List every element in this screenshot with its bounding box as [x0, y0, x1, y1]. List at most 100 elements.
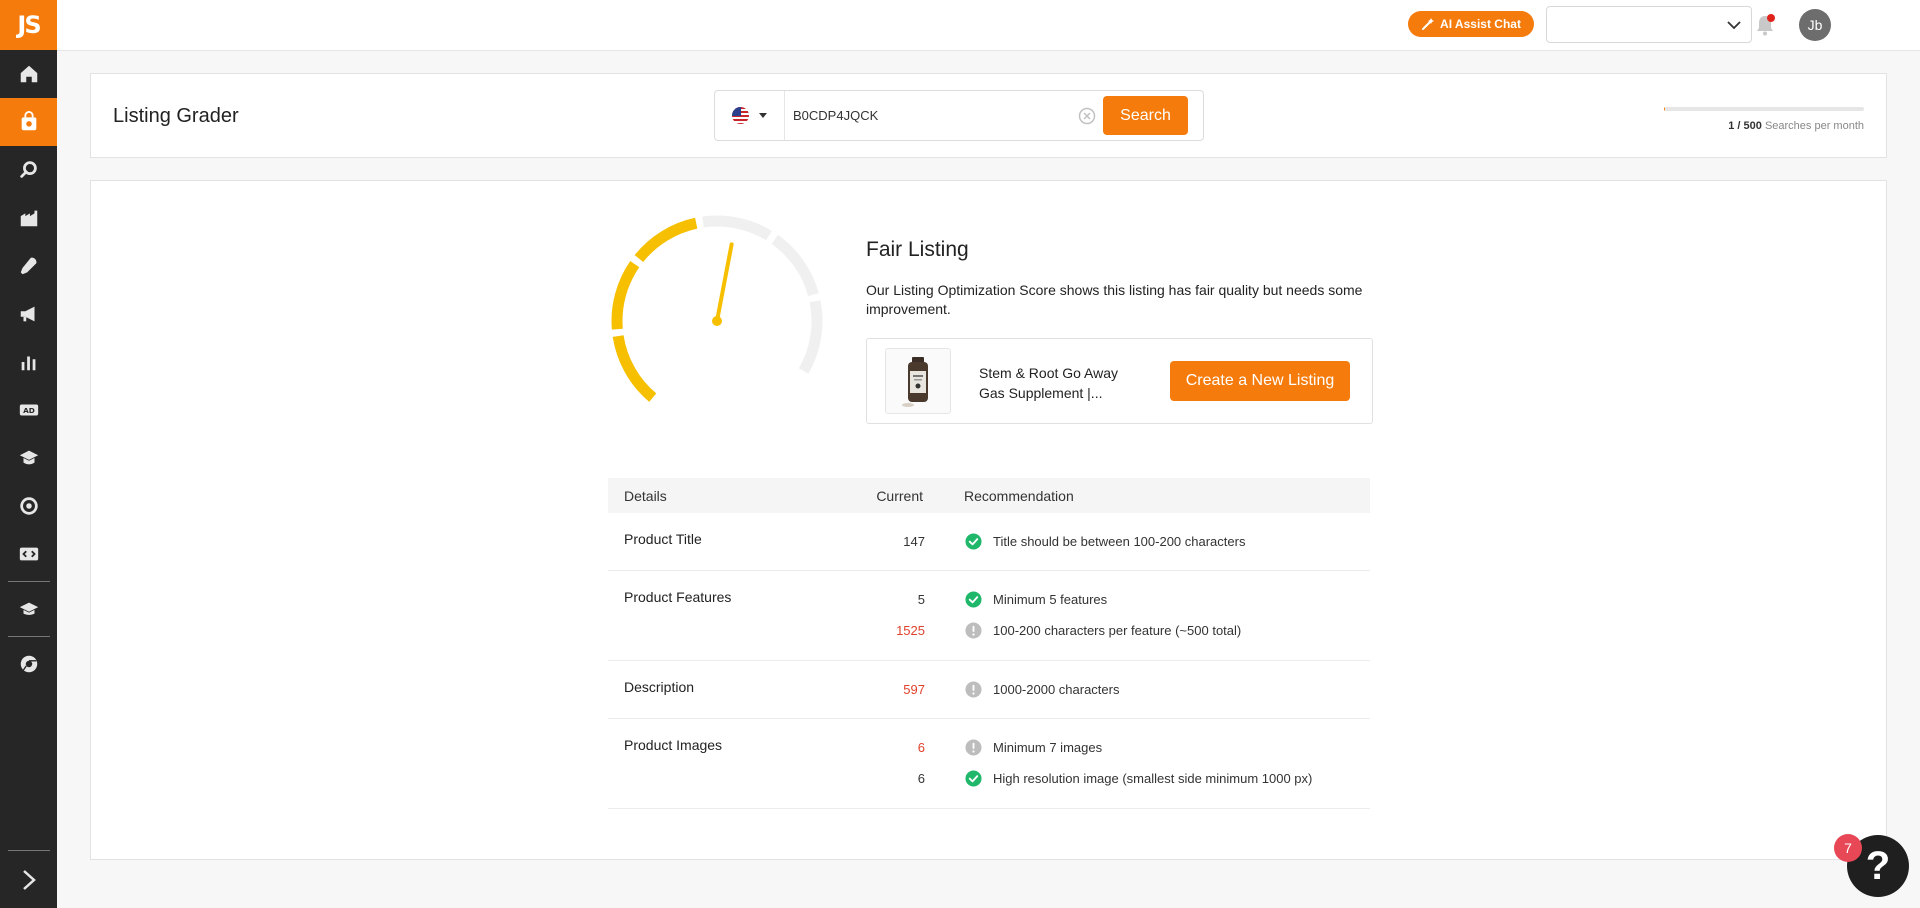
magic-wand-icon [1422, 18, 1435, 30]
table-row: Product Features 5 Minimum 5 features 1525 1… [608, 571, 1370, 661]
recommendation-text: Title should be between 100-200 characte… [993, 533, 1246, 549]
svg-text:AD: AD [23, 406, 35, 415]
product-name[interactable]: Stem & Root Go Away Gas Supplement |... [979, 363, 1129, 403]
gauge-segment [771, 234, 819, 297]
asin-search-input[interactable] [793, 103, 1073, 128]
check-circle-icon [965, 769, 982, 787]
recommendation-text: 100-200 characters per feature (~500 tot… [993, 622, 1242, 638]
ad-icon: AD [19, 404, 38, 416]
learn-icon [19, 602, 38, 615]
sidebar-item-product-research[interactable] [0, 98, 57, 146]
table-row: Description 597 1000-2000 characters [608, 661, 1370, 719]
product-summary: Stem & Root Go Away Gas Supplement |... … [866, 338, 1373, 424]
sidebar-item-learn[interactable] [0, 585, 57, 633]
clear-icon[interactable] [1078, 107, 1096, 125]
score-gauge [611, 215, 823, 402]
us-flag-icon [732, 107, 749, 124]
header-details: Details [624, 487, 667, 504]
sidebar-item-marketing[interactable] [0, 290, 57, 338]
usage-text: 1 / 500 Searches per month [1664, 120, 1864, 132]
ai-assist-chat-button[interactable]: AI Assist Chat [1408, 11, 1534, 37]
info-circle-icon [965, 680, 982, 698]
chevron-down-icon [1727, 21, 1741, 30]
page-title: Listing Grader [113, 105, 239, 127]
header-recommendation: Recommendation [964, 487, 1074, 504]
sidebar-divider [8, 850, 50, 851]
recommendation-text: High resolution image (smallest side min… [993, 770, 1313, 786]
sidebar-item-chrome-extension[interactable] [0, 640, 57, 688]
academy-hat-icon [19, 450, 38, 465]
header-current: Current [876, 487, 923, 504]
sidebar-item-advertising[interactable]: AD [0, 386, 57, 434]
caret-down-icon [759, 113, 767, 118]
table-row: Product Title 147 Title should be between … [608, 513, 1370, 571]
product-research-icon [21, 111, 36, 131]
sidebar-item-analytics[interactable] [0, 338, 57, 386]
sidebar-item-home[interactable] [0, 50, 57, 98]
chevron-right-icon [22, 870, 36, 890]
sidebar-expand-button[interactable] [0, 852, 57, 908]
help-notification-badge: 7 [1834, 834, 1862, 862]
marketing-icon [20, 306, 34, 322]
gauge-segment [798, 300, 823, 374]
gauge-needle [715, 242, 734, 323]
gauge-segment [611, 260, 640, 330]
sidebar-item-academy[interactable] [0, 434, 57, 482]
current-value: 5 [917, 591, 925, 607]
listing-grade-table: Details Current Recommendation Product T… [608, 478, 1370, 809]
info-circle-icon [965, 621, 982, 639]
verdict-description: Our Listing Optimization Score shows thi… [866, 282, 1363, 317]
marketplace-flag-select[interactable] [715, 91, 785, 140]
jungle-scout-logo[interactable]: JS [0, 0, 57, 50]
marketplace-select[interactable] [1546, 6, 1752, 43]
sidebar-item-tools[interactable] [0, 242, 57, 290]
gauge-segment [634, 217, 698, 263]
gauge-segment [702, 215, 772, 241]
check-circle-icon [965, 590, 982, 608]
create-new-listing-button[interactable]: Create a New Listing [1170, 361, 1350, 401]
supplement-bottle-image [902, 357, 928, 407]
sidebar-item-money[interactable] [0, 482, 57, 530]
user-avatar[interactable]: Jb [1799, 9, 1831, 41]
usage-progress-bar [1664, 107, 1864, 111]
info-circle-icon [965, 738, 982, 756]
sidebar-divider [7, 581, 50, 582]
keyword-search-icon [19, 161, 37, 178]
home-icon [20, 65, 37, 83]
search-box: Search [714, 90, 1204, 141]
analytics-icon [21, 356, 35, 371]
recommendation-text: Minimum 7 images [993, 739, 1103, 755]
table-header: Details Current Recommendation [608, 478, 1370, 513]
criteria-line: 1525 100-200 characters per feature (~500… [608, 620, 1370, 640]
ai-assist-chat-label: AI Assist Chat [1440, 17, 1521, 31]
gauge-segment [612, 335, 657, 402]
chrome-extension-icon [20, 655, 37, 673]
current-value: 147 [903, 533, 925, 549]
current-value: 1525 [896, 622, 925, 638]
search-card: Listing Grader Search 1 / 500 Searches p… [90, 73, 1887, 158]
sidebar-item-developer[interactable] [0, 530, 57, 578]
search-usage: 1 / 500 Searches per month [1664, 107, 1864, 132]
recommendation-text: Minimum 5 features [993, 591, 1108, 607]
supplier-icon [20, 210, 37, 227]
table-row: Product Images 6 Minimum 7 images 6 High res… [608, 719, 1370, 809]
sidebar: JS AD [0, 0, 57, 908]
sidebar-divider [7, 636, 50, 637]
current-value: 597 [903, 681, 925, 697]
current-value: 6 [917, 739, 925, 755]
search-button[interactable]: Search [1103, 96, 1188, 135]
usage-label: Searches per month [1764, 120, 1864, 132]
criteria-line: 5 Minimum 5 features [608, 589, 1370, 609]
sidebar-item-supplier[interactable] [0, 194, 57, 242]
product-image[interactable] [885, 348, 951, 414]
criteria-line: 597 1000-2000 characters [608, 679, 1370, 699]
usage-count: 1 / 500 [1728, 120, 1762, 132]
listing-verdict: Fair Listing [866, 238, 969, 261]
code-icon [19, 547, 38, 561]
recommendation-text: 1000-2000 characters [993, 681, 1120, 697]
gauge-hub [712, 316, 722, 326]
money-icon [19, 497, 38, 515]
tools-icon [20, 257, 36, 275]
criteria-line: 147 Title should be between 100-200 chara… [608, 531, 1370, 551]
sidebar-item-keyword-search[interactable] [0, 146, 57, 194]
